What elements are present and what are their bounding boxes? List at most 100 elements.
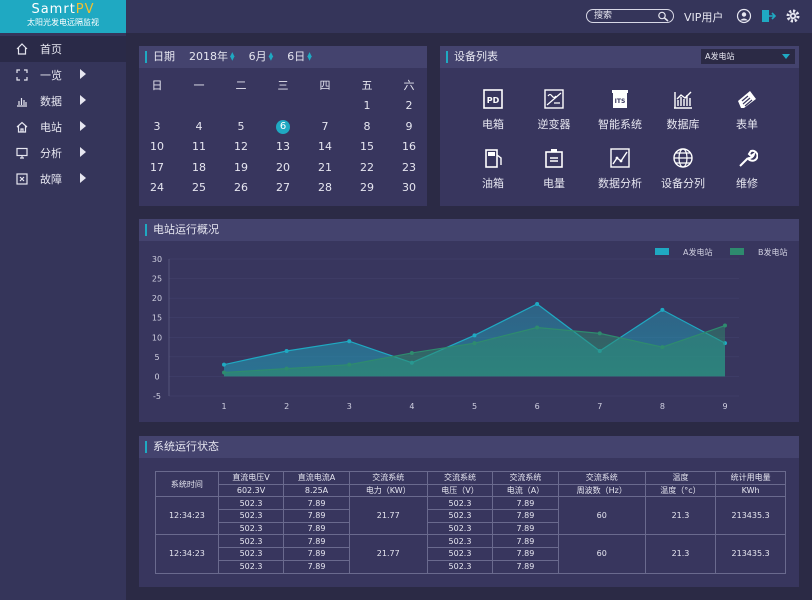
station-select[interactable]: A发电站	[701, 49, 795, 64]
calendar-day[interactable]: 18	[178, 157, 220, 178]
y-tick-label: 15	[152, 314, 162, 323]
calendar-day[interactable]: 19	[220, 157, 262, 178]
calendar-day[interactable]: 12	[220, 137, 262, 158]
gear-icon[interactable]	[785, 8, 801, 24]
calendar-day[interactable]: 28	[304, 178, 346, 199]
value-cell: 7.89	[283, 559, 350, 574]
calendar-empty	[220, 96, 262, 117]
calendar-day[interactable]: 8	[346, 116, 388, 137]
column-header: 直流电压V	[217, 471, 285, 485]
device-item[interactable]: 数据库	[651, 88, 715, 132]
calendar-day[interactable]: 25	[178, 178, 220, 199]
nav-item-analysis[interactable]: 分析	[0, 140, 126, 166]
weekday-label: 日	[151, 79, 163, 93]
calendar-day[interactable]: 22	[346, 157, 388, 178]
calendar-day[interactable]: 4	[178, 116, 220, 137]
calendar-day[interactable]: 10	[136, 137, 178, 158]
calendar-day[interactable]: 1	[346, 96, 388, 117]
calendar-day[interactable]: 21	[304, 157, 346, 178]
calendar-day[interactable]: 3	[136, 116, 178, 137]
svg-text:ITS: ITS	[615, 98, 626, 105]
y-tick-label: 10	[152, 333, 162, 342]
logout-icon[interactable]	[760, 8, 776, 24]
value-cell: 7.89	[492, 496, 559, 511]
nav-item-overview[interactable]: 一览	[0, 62, 126, 88]
form-icon	[738, 91, 756, 108]
day-number: 7	[321, 119, 329, 133]
value-cell: 60	[557, 534, 646, 574]
nav-label: 一览	[40, 69, 62, 82]
value-cell: 502.3	[217, 496, 285, 511]
pd-icon: PD	[483, 89, 503, 109]
search-icon[interactable]	[657, 11, 669, 22]
calendar-day[interactable]: 7	[304, 116, 346, 137]
avatar-icon[interactable]	[736, 8, 752, 24]
data-point	[222, 362, 226, 367]
device-item[interactable]: 逆变器	[522, 88, 586, 132]
day-number: 28	[318, 181, 332, 195]
calendar-day[interactable]: 14	[304, 137, 346, 158]
weekday-row: 日一二三四五六	[136, 75, 430, 96]
device-item[interactable]: ITS 智能系统	[588, 88, 652, 132]
y-tick-label: 25	[152, 275, 162, 284]
calendar-day[interactable]: 29	[346, 178, 388, 199]
calendar-day[interactable]: 15	[346, 137, 388, 158]
overview-header: 电站运行概况	[139, 219, 799, 241]
calendar-day[interactable]: 9	[388, 116, 430, 137]
month-select[interactable]: 6月 ▲ ▼	[249, 46, 274, 68]
system-header: 系统运行状态	[139, 436, 799, 458]
search-input[interactable]: 搜索	[586, 9, 674, 23]
device-item[interactable]: 数据分析	[588, 147, 652, 191]
column-header: 交流系统	[426, 471, 494, 485]
calendar-day[interactable]: 26	[220, 178, 262, 199]
day-select[interactable]: 6日 ▲ ▼	[287, 46, 312, 68]
time-cell: 12:34:23	[155, 534, 219, 574]
day-number: 5	[237, 119, 245, 133]
nav-label: 电站	[40, 121, 62, 134]
calendar-day[interactable]: 30	[388, 178, 430, 199]
day-number: 19	[234, 160, 248, 174]
value-cell: 7.89	[492, 559, 559, 574]
value-cell: 502.3	[426, 509, 494, 523]
calendar-day[interactable]: 20	[262, 157, 304, 178]
column-subheader: 8.25A	[283, 483, 350, 498]
value-cell: 502.3	[217, 534, 285, 549]
value-cell: 502.3	[426, 547, 494, 561]
device-item[interactable]: 电量	[522, 147, 586, 191]
device-item[interactable]: 表单	[715, 88, 779, 132]
value-cell: 502.3	[217, 509, 285, 523]
search-placeholder: 搜索	[594, 11, 613, 21]
device-item[interactable]: PD 电箱	[461, 88, 525, 132]
device-item[interactable]: 油箱	[461, 147, 525, 191]
column-subheader: 电力（KW）	[348, 483, 428, 498]
nav-item-data[interactable]: 数据	[0, 88, 126, 114]
sidebar: SamrtPV 太阳光发电远隔监视 首页 一览 数据 电站 分析 故障	[0, 0, 126, 600]
calendar-day[interactable]: 6	[262, 116, 304, 137]
data-point	[222, 370, 226, 375]
calendar-day[interactable]: 23	[388, 157, 430, 178]
calendar-day[interactable]: 24	[136, 178, 178, 199]
day-number: 24	[150, 181, 164, 195]
day-number: 17	[150, 160, 164, 174]
x-tick-label: 7	[597, 402, 602, 411]
year-select[interactable]: 2018年 ▲ ▼	[189, 46, 235, 68]
calendar-day[interactable]: 17	[136, 157, 178, 178]
house-icon	[16, 121, 28, 133]
calendar-day[interactable]: 2	[388, 96, 430, 117]
legend-label: B发电站	[758, 247, 788, 257]
nav-item-home[interactable]: 首页	[0, 36, 126, 62]
user-name[interactable]: VIP用户	[684, 9, 723, 25]
day-number: 8	[363, 119, 371, 133]
device-item[interactable]: 设备分列	[651, 147, 715, 191]
x-tick-label: 9	[722, 402, 727, 411]
calendar-day[interactable]: 16	[388, 137, 430, 158]
calendar-day[interactable]: 5	[220, 116, 262, 137]
device-item[interactable]: 维修	[715, 147, 779, 191]
inverter-icon	[544, 89, 564, 109]
nav-item-station[interactable]: 电站	[0, 114, 126, 140]
calendar-day[interactable]: 11	[178, 137, 220, 158]
nav-item-fault[interactable]: 故障	[0, 166, 126, 192]
home-icon	[16, 43, 28, 55]
calendar-day[interactable]: 13	[262, 137, 304, 158]
calendar-day[interactable]: 27	[262, 178, 304, 199]
